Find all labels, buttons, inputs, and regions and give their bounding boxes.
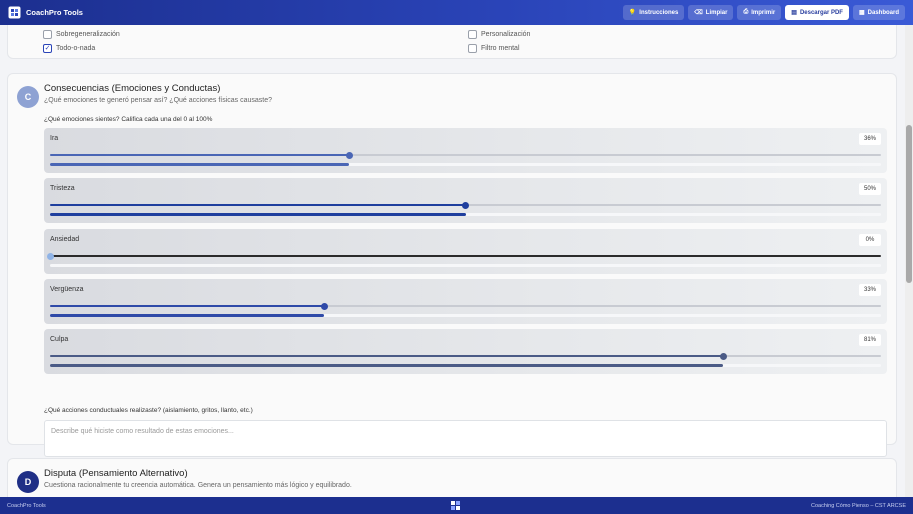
- nav-button-descargar-pdf[interactable]: ▤ Descargar PDF: [785, 5, 849, 20]
- footer-credit: Coaching Cómo Pienso – CST ARCSE: [811, 502, 906, 509]
- eraser-icon: ⌫: [694, 10, 703, 16]
- emotion-label: Tristeza: [50, 185, 75, 192]
- brand[interactable]: CoachPro Tools: [8, 6, 83, 19]
- checkbox-label: Sobregeneralización: [56, 31, 120, 38]
- dispute-card: D Disputa (Pensamiento Alternativo) Cues…: [7, 458, 897, 497]
- distortions-card: Sobregeneralización Personalización ✓ To…: [7, 25, 897, 59]
- section-badge-d: D: [17, 471, 39, 493]
- section-subtitle: ¿Qué emociones te generó pensar así? ¿Qu…: [44, 97, 273, 104]
- checkbox-row-sobregeneralizacion[interactable]: Sobregeneralización: [43, 30, 120, 39]
- main-content: Sobregeneralización Personalización ✓ To…: [0, 25, 905, 497]
- emotion-slider[interactable]: [50, 352, 881, 360]
- footer-brand: CoachPro Tools: [7, 502, 46, 509]
- slider-thumb[interactable]: [46, 252, 54, 260]
- slider-thumb[interactable]: [345, 151, 353, 159]
- emotion-row-tristeza: Tristeza 50%: [44, 178, 887, 223]
- slider-fill: [50, 204, 466, 206]
- dashboard-icon: ▦: [858, 10, 865, 16]
- section-badge-c: C: [17, 86, 39, 108]
- emotion-slider[interactable]: [46, 252, 881, 260]
- progress-fill: [50, 314, 325, 317]
- emotion-progress-bar: [50, 314, 881, 317]
- emotion-percent-badge: 50%: [859, 183, 881, 195]
- scrollbar-thumb[interactable]: [906, 125, 912, 283]
- checkbox[interactable]: [468, 44, 477, 53]
- nav-button-label: Limpiar: [705, 9, 728, 16]
- top-nav: 💡 Instrucciones ⌫ Limpiar ⎙ Imprimir ▤ Descarga…: [622, 5, 905, 20]
- progress-fill: [50, 163, 350, 166]
- brand-logo-icon: [8, 6, 21, 19]
- checkbox-row-personalizacion[interactable]: Personalización: [468, 30, 530, 39]
- emotion-row-ansiedad: Ansiedad 0%: [44, 229, 887, 274]
- checkbox[interactable]: ✓: [43, 44, 52, 53]
- nav-button-label: Imprimir: [751, 9, 776, 16]
- emotion-percent-badge: 36%: [859, 133, 881, 145]
- nav-button-label: Dashboard: [867, 9, 899, 16]
- progress-fill: [50, 213, 466, 216]
- actions-question: ¿Qué acciones conductuales realizaste? (…: [44, 407, 253, 414]
- section-subtitle: Cuestiona racionalmente tu creencia auto…: [44, 482, 352, 489]
- nav-button-label: Instrucciones: [639, 9, 679, 16]
- emotion-percent-badge: 0%: [859, 234, 881, 246]
- file-pdf-icon: ▤: [791, 10, 797, 16]
- lightbulb-icon: 💡: [628, 10, 637, 16]
- consequences-card: C Consecuencias (Emociones y Conductas) …: [7, 73, 897, 457]
- emotion-slider[interactable]: [50, 151, 881, 159]
- nav-button-instrucciones[interactable]: 💡 Instrucciones: [622, 5, 685, 20]
- checkbox-label: Personalización: [481, 31, 531, 38]
- nav-button-label: Descargar PDF: [799, 9, 843, 16]
- emotion-row-vergüenza: Vergüenza 33%: [44, 279, 887, 324]
- footer: CoachPro Tools Coaching Cómo Pienso – CS…: [0, 497, 913, 514]
- emotions-question: ¿Qué emociones sientes? Califica cada un…: [44, 116, 213, 123]
- section-title: Consecuencias (Emociones y Conductas): [44, 83, 221, 94]
- slider-fill: [50, 154, 350, 156]
- slider-thumb[interactable]: [719, 352, 727, 360]
- emotion-progress-bar: [50, 163, 881, 166]
- emotion-label: Culpa: [50, 336, 69, 343]
- emotion-percent-badge: 81%: [859, 334, 881, 346]
- actions-textarea[interactable]: [44, 420, 887, 457]
- footer-logo-icon: [451, 501, 460, 510]
- vertical-scrollbar[interactable]: [905, 25, 913, 497]
- nav-button-imprimir[interactable]: ⎙ Imprimir: [737, 5, 782, 20]
- emotion-slider[interactable]: [50, 201, 881, 209]
- progress-fill: [50, 364, 724, 367]
- slider-thumb[interactable]: [462, 201, 469, 209]
- slider-fill: [50, 355, 724, 357]
- checkbox[interactable]: [468, 30, 477, 39]
- checkbox-row-filtro-mental[interactable]: Filtro mental: [468, 44, 520, 53]
- emotion-label: Vergüenza: [50, 286, 84, 293]
- top-navbar: CoachPro Tools 💡 Instrucciones ⌫ Limpiar ⎙ Im…: [0, 0, 913, 25]
- emotion-progress-bar: [50, 264, 881, 267]
- emotion-percent-badge: 33%: [859, 284, 881, 296]
- emotion-row-culpa: Culpa 81%: [44, 329, 887, 374]
- emotion-row-ira: Ira 36%: [44, 128, 887, 173]
- section-title: Disputa (Pensamiento Alternativo): [44, 468, 188, 479]
- checkbox[interactable]: [43, 30, 52, 39]
- emotion-progress-bar: [50, 213, 881, 216]
- printer-icon: ⎙: [743, 9, 749, 15]
- emotion-label: Ansiedad: [50, 236, 80, 243]
- emotion-label: Ira: [50, 135, 59, 142]
- nav-button-dashboard[interactable]: ▦ Dashboard: [852, 5, 905, 20]
- slider-thumb[interactable]: [320, 302, 328, 310]
- emotion-progress-bar: [50, 364, 881, 367]
- slider-fill: [50, 305, 325, 307]
- emotion-slider[interactable]: [50, 302, 881, 310]
- checkbox-label: Todo-o-nada: [56, 45, 96, 52]
- checkbox-row-todo-o-nada[interactable]: ✓ Todo-o-nada: [43, 44, 95, 53]
- checkbox-label: Filtro mental: [481, 45, 520, 52]
- nav-button-limpiar[interactable]: ⌫ Limpiar: [688, 5, 734, 20]
- brand-name: CoachPro Tools: [26, 8, 83, 17]
